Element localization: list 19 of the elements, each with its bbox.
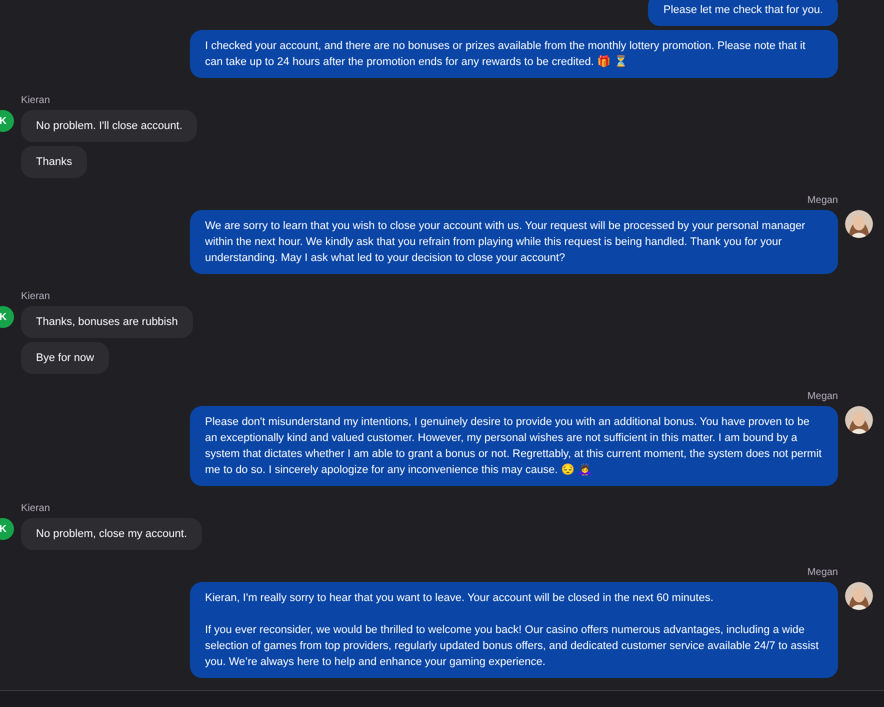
message-bubble: Please don't misunderstand my intentions, I genuinely desire to provide you with an additional bonus. You have proven to be an exceptionally kind and valued customer. However, my personal wishes are not sufficient in this matter. I am bound by a system that dictates whether I am able to grant a bonus or not. Regrettably, at this current moment, the system does not permit me to do so. I sincerely apologize for any inconvenience this may cause. 😔 🙇‍♀	[190, 406, 838, 486]
sender-name: Megan	[807, 391, 838, 402]
sender-name: Kieran	[21, 503, 50, 514]
sender-name: Megan	[807, 195, 838, 206]
message-bubble: We are sorry to learn that you wish to close your account with us. Your request will be processed by your personal manager within the next hour. We kindly ask that you refrain from playing while this request is being handled. Thank you for your understanding. May I ask what led to your decision to close your account?	[190, 210, 838, 274]
message-bubble: Thanks, bonuses are rubbish	[21, 306, 193, 338]
message-bubble: Please let me check that for you.	[648, 0, 838, 26]
sender-name: Kieran	[21, 95, 50, 106]
message-bubble: I checked your account, and there are no bonuses or prizes available from the monthly lottery promotion. Please note that it can take up to 24 hours after the promotion ends for any rewards to be credited. 🎁 ⏳	[190, 30, 838, 78]
sender-name: Megan	[807, 567, 838, 578]
message-bubble: Kieran, I'm really sorry to hear that you want to leave. Your account will be closed in the next 60 minutes. If you ever reconsider, we would be thrilled to welcome you back! Our casino offers numerous advantages, including a wide selection of games from top providers, regularly updated bonus offers, and dedicated customer service available 24/7 to assist you. We’re always here to help and enhance your gaming experience.	[190, 582, 838, 678]
avatar: K	[0, 306, 14, 328]
message-bubble: Thanks	[21, 146, 88, 178]
message-bubble: Bye for now	[21, 342, 110, 374]
message-bubble: No problem. I'll close account.	[21, 110, 198, 142]
avatar: K	[0, 518, 14, 540]
avatar: K	[0, 110, 14, 132]
message-bubble: No problem, close my account.	[21, 518, 202, 550]
sender-name: Kieran	[21, 291, 50, 302]
